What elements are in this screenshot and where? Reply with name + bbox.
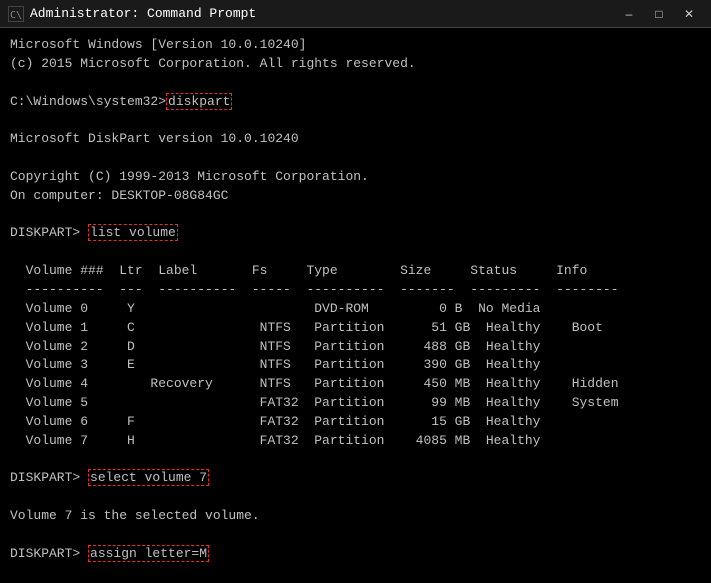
window-controls[interactable]: – □ ✕	[615, 3, 703, 25]
assign-letter-cmd: assign letter=M	[88, 545, 209, 562]
volume-1: Volume 1 C NTFS Partition 51 GB Healthy …	[10, 319, 701, 338]
volume-5: Volume 5 FAT32 Partition 99 MB Healthy S…	[10, 394, 701, 413]
line-blank-7	[10, 488, 701, 507]
line-10: DISKPART> assign letter=M	[10, 545, 701, 564]
table-header: Volume ### Ltr Label Fs Type Size Status…	[10, 262, 701, 281]
volume-6: Volume 6 F FAT32 Partition 15 GB Healthy	[10, 413, 701, 432]
line-blank-9	[10, 564, 701, 583]
line-blank-1	[10, 74, 701, 93]
volume-4: Volume 4 Recovery NTFS Partition 450 MB …	[10, 375, 701, 394]
prompt-1: C:\Windows\system32>	[10, 94, 166, 109]
prompt-3: DISKPART>	[10, 470, 88, 485]
line-9: Volume 7 is the selected volume.	[10, 507, 701, 526]
prompt-4: DISKPART>	[10, 546, 88, 561]
table-divider: ---------- --- ---------- ----- --------…	[10, 281, 701, 300]
select-volume-cmd: select volume 7	[88, 469, 209, 486]
line-5: Copyright (C) 1999-2013 Microsoft Corpor…	[10, 168, 701, 187]
window-title: Administrator: Command Prompt	[30, 6, 256, 21]
line-8: DISKPART> select volume 7	[10, 469, 701, 488]
maximize-button[interactable]: □	[645, 3, 673, 25]
line-4: Microsoft DiskPart version 10.0.10240	[10, 130, 701, 149]
line-3: C:\Windows\system32>diskpart	[10, 93, 701, 112]
svg-text:C\: C\	[10, 10, 22, 21]
prompt-2: DISKPART>	[10, 225, 88, 240]
volume-2: Volume 2 D NTFS Partition 488 GB Healthy	[10, 338, 701, 357]
line-blank-5	[10, 243, 701, 262]
line-6: On computer: DESKTOP-08G84GC	[10, 187, 701, 206]
diskpart-cmd: diskpart	[166, 93, 232, 110]
volume-0: Volume 0 Y DVD-ROM 0 B No Media	[10, 300, 701, 319]
title-bar-left: C\ Administrator: Command Prompt	[8, 6, 256, 22]
line-blank-4	[10, 206, 701, 225]
terminal-window: Microsoft Windows [Version 10.0.10240] (…	[0, 28, 711, 583]
cmd-icon: C\	[8, 6, 24, 22]
volume-3: Volume 3 E NTFS Partition 390 GB Healthy	[10, 356, 701, 375]
title-bar: C\ Administrator: Command Prompt – □ ✕	[0, 0, 711, 28]
line-2: (c) 2015 Microsoft Corporation. All righ…	[10, 55, 701, 74]
line-blank-6	[10, 451, 701, 470]
line-7: DISKPART> list volume	[10, 224, 701, 243]
line-blank-8	[10, 526, 701, 545]
close-button[interactable]: ✕	[675, 3, 703, 25]
line-blank-2	[10, 111, 701, 130]
list-volume-cmd: list volume	[88, 224, 178, 241]
line-blank-3	[10, 149, 701, 168]
volume-7: Volume 7 H FAT32 Partition 4085 MB Healt…	[10, 432, 701, 451]
minimize-button[interactable]: –	[615, 3, 643, 25]
line-1: Microsoft Windows [Version 10.0.10240]	[10, 36, 701, 55]
